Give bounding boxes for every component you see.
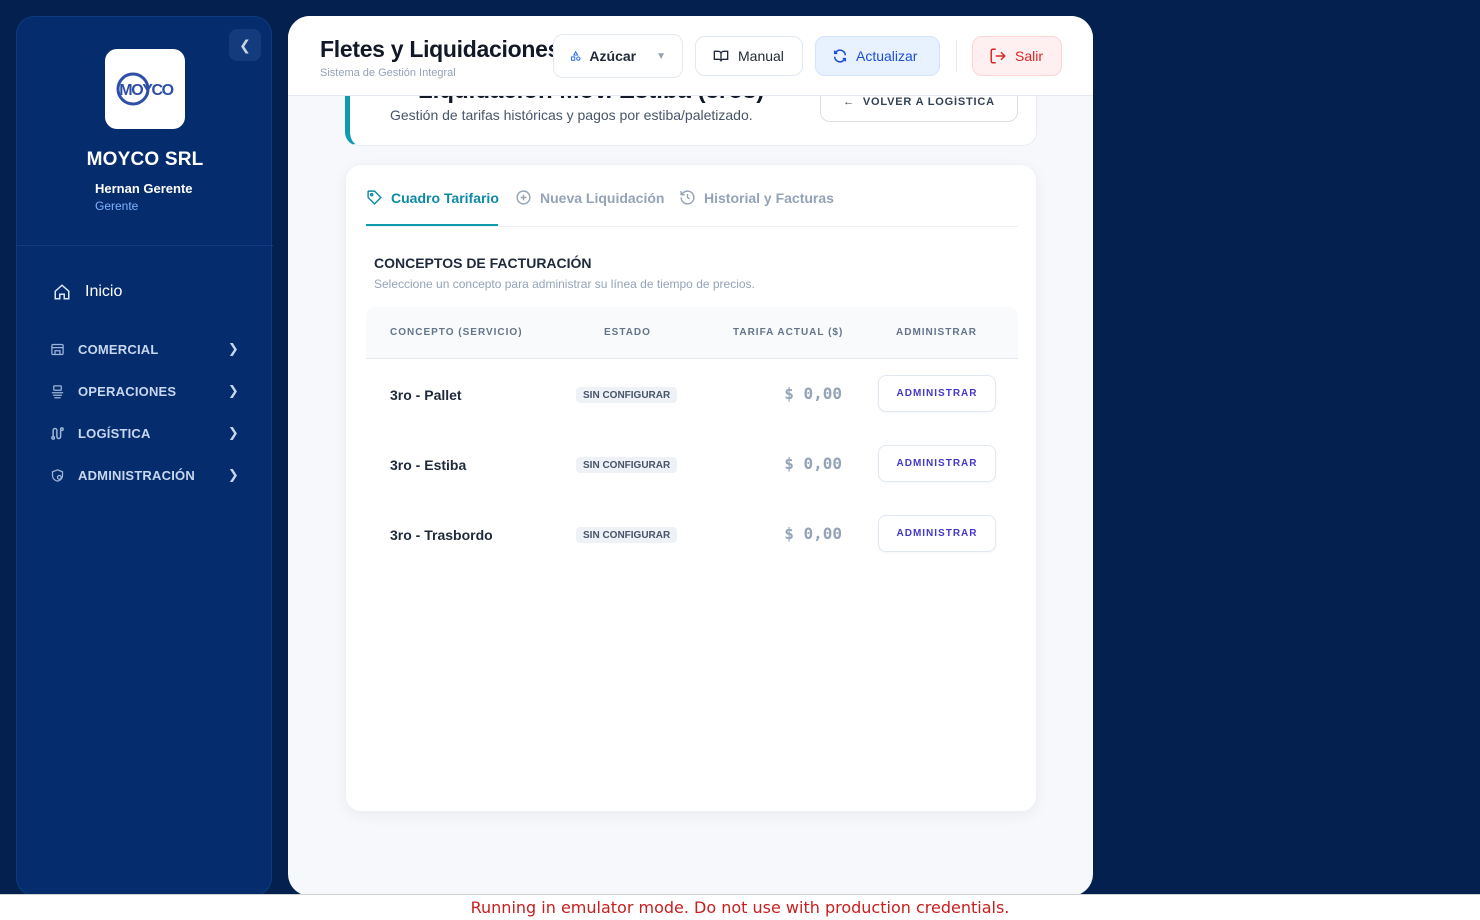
- sidebar-item-label: LOGÍSTICA: [78, 425, 151, 441]
- section-title: CONCEPTOS DE FACTURACIÓN: [374, 255, 592, 271]
- refresh-button-label: Actualizar: [856, 48, 918, 64]
- shapes-icon: [570, 50, 581, 61]
- manual-button[interactable]: Manual: [695, 36, 803, 76]
- chevron-right-icon: ❯: [227, 425, 239, 440]
- user-role: Gerente: [95, 199, 139, 213]
- caret-down-icon: ▼: [656, 50, 666, 62]
- current-rate: $ 0,00: [784, 384, 842, 403]
- tab-cuadro-tarifario[interactable]: Cuadro Tarifario: [366, 189, 499, 206]
- store-icon: [49, 341, 65, 357]
- home-icon: [54, 284, 70, 300]
- book-open-icon: [713, 50, 729, 62]
- logout-button-label: Salir: [1015, 48, 1044, 64]
- sidebar-item-inicio[interactable]: Inicio: [53, 283, 122, 301]
- table-row: 3ro - Trasbordo SIN CONFIGURAR $ 0,00 AD…: [366, 499, 1018, 569]
- concept-name: 3ro - Estiba: [390, 457, 467, 473]
- page-title: Fletes y Liquidaciones: [320, 36, 561, 62]
- sidebar: ❮ MOYCO MOYCO SRL Hernan Gerente Gerente…: [16, 16, 273, 896]
- sidebar-divider: [17, 245, 273, 246]
- arrow-left-icon: ←: [843, 96, 855, 108]
- administer-button[interactable]: ADMINISTRAR: [878, 515, 996, 552]
- sidebar-item-label: COMERCIAL: [78, 341, 159, 357]
- column-header-status: ESTADO: [604, 327, 651, 338]
- tab-label: Historial y Facturas: [704, 189, 834, 206]
- product-selector-label: Azúcar: [589, 48, 637, 64]
- collapse-sidebar-button[interactable]: ❮: [229, 29, 261, 61]
- emulator-warning-banner: Running in emulator mode. Do not use wit…: [0, 894, 1480, 920]
- tab-label: Cuadro Tarifario: [391, 189, 499, 206]
- company-name: MOYCO SRL: [86, 149, 204, 170]
- administer-button[interactable]: ADMINISTRAR: [878, 445, 996, 482]
- operations-icon: [49, 383, 65, 399]
- sidebar-item-logistica[interactable]: LOGÍSTICA ❯: [49, 425, 239, 441]
- sidebar-item-comercial[interactable]: COMERCIAL ❯: [49, 341, 239, 357]
- table-header: CONCEPTO (SERVICIO) ESTADO TARIFA ACTUAL…: [366, 307, 1018, 359]
- shield-icon: [49, 467, 65, 483]
- status-badge: SIN CONFIGURAR: [576, 387, 678, 403]
- page-subtitle: Sistema de Gestión Integral: [320, 67, 456, 79]
- top-header: Fletes y Liquidaciones Sistema de Gestió…: [288, 16, 1093, 96]
- main-panel: Liquidación Mov. Estiba (3ros) Gestión d…: [288, 16, 1093, 896]
- header-divider: [956, 40, 957, 72]
- logout-icon: [990, 48, 1006, 64]
- current-rate: $ 0,00: [784, 524, 842, 543]
- history-icon: [680, 190, 695, 205]
- section-subtitle: Seleccione un concepto para administrar …: [374, 277, 755, 291]
- table-row: 3ro - Estiba SIN CONFIGURAR $ 0,00 ADMIN…: [366, 429, 1018, 499]
- tab-historial-facturas[interactable]: Historial y Facturas: [679, 189, 834, 206]
- user-name: Hernan Gerente: [95, 181, 193, 196]
- moyco-logo-icon: MOYCO: [116, 72, 175, 106]
- route-icon: [49, 425, 65, 441]
- tab-label: Nueva Liquidación: [540, 189, 665, 206]
- tag-icon: [367, 190, 382, 205]
- refresh-button[interactable]: Actualizar: [815, 36, 940, 76]
- column-header-admin: ADMINISTRAR: [896, 327, 977, 338]
- back-button-label: VOLVER A LOGÍSTICA: [862, 96, 995, 108]
- concept-name: 3ro - Pallet: [390, 387, 462, 403]
- concepts-table: CONCEPTO (SERVICIO) ESTADO TARIFA ACTUAL…: [366, 307, 1018, 569]
- company-logo: MOYCO: [105, 49, 185, 129]
- current-rate: $ 0,00: [784, 454, 842, 473]
- refresh-icon: [833, 49, 847, 63]
- status-badge: SIN CONFIGURAR: [576, 457, 678, 473]
- table-row: 3ro - Pallet SIN CONFIGURAR $ 0,00 ADMIN…: [366, 359, 1018, 429]
- chevron-right-icon: ❯: [227, 341, 239, 356]
- column-header-concept: CONCEPTO (SERVICIO): [390, 327, 523, 338]
- chevron-left-icon: ❮: [239, 36, 251, 53]
- sidebar-item-operaciones[interactable]: OPERACIONES ❯: [49, 383, 239, 399]
- plus-circle-icon: [516, 190, 531, 205]
- active-tab-indicator: [366, 224, 498, 226]
- concept-name: 3ro - Trasbordo: [390, 527, 493, 543]
- administer-button[interactable]: ADMINISTRAR: [878, 375, 996, 412]
- hero-description: Gestión de tarifas históricas y pagos po…: [390, 107, 753, 123]
- tariff-card: Cuadro Tarifario Nueva Liquidación Histo…: [345, 164, 1037, 812]
- sidebar-item-label: Inicio: [85, 283, 123, 300]
- tab-nueva-liquidacion[interactable]: Nueva Liquidación: [515, 189, 664, 206]
- sidebar-item-administracion[interactable]: ADMINISTRACIÓN ❯: [49, 467, 239, 483]
- chevron-right-icon: ❯: [227, 383, 239, 398]
- svg-text:MOYCO: MOYCO: [119, 82, 173, 99]
- tab-bar: Cuadro Tarifario Nueva Liquidación Histo…: [366, 165, 1018, 227]
- logout-button[interactable]: Salir: [972, 36, 1062, 76]
- column-header-rate: TARIFA ACTUAL ($): [733, 327, 844, 338]
- sidebar-item-label: OPERACIONES: [78, 383, 177, 399]
- manual-button-label: Manual: [738, 48, 784, 64]
- product-selector[interactable]: Azúcar ▼: [553, 34, 683, 78]
- chevron-right-icon: ❯: [227, 467, 239, 482]
- status-badge: SIN CONFIGURAR: [576, 527, 678, 543]
- sidebar-item-label: ADMINISTRACIÓN: [78, 467, 195, 483]
